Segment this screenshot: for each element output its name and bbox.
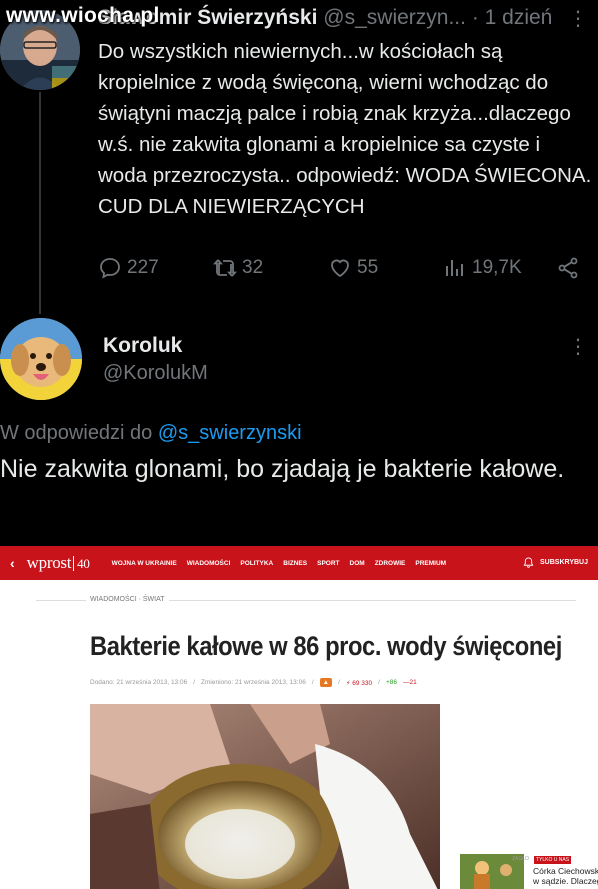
more-icon[interactable]: ⋮ [568, 6, 588, 31]
related-headline[interactable]: Córka Ciechowsk w sądzie. Dlaczeg [533, 866, 598, 886]
menu-item[interactable]: PREMIUM [415, 560, 446, 567]
site-menu: WOJNA W UKRAINIE WIADOMOŚCI POLITYKA BIZ… [112, 560, 447, 567]
related-badge: TYLKO U NAS [534, 856, 572, 864]
retweet-button[interactable]: 32 [213, 256, 263, 280]
menu-item[interactable]: WIADOMOŚCI [187, 560, 231, 567]
site-logo[interactable]: wprost 40 [27, 553, 90, 573]
back-arrow-icon[interactable]: ‹ [10, 555, 15, 571]
like-button[interactable]: 55 [328, 256, 378, 280]
subscribe-button[interactable]: SUBSKRYBUJ [523, 557, 588, 568]
meta-changed: Zmieniono: 21 września 2013, 13:06 [201, 679, 306, 686]
article-category[interactable]: WIADOMOŚCI · ŚWIAT [86, 596, 169, 603]
reply-count: 227 [127, 257, 159, 278]
menu-item[interactable]: ZDROWIE [375, 560, 406, 567]
reply-button[interactable]: 227 [98, 256, 159, 280]
tweet-time[interactable]: · 1 dzień [472, 6, 553, 29]
article-title: Bakterie kałowe w 86 proc. wody święcone… [90, 631, 562, 661]
reply-icon [100, 258, 120, 279]
watermark: www.wiocha.pl [6, 4, 160, 27]
bell-icon [523, 557, 534, 568]
meta-added: Dodano: 21 września 2013, 13:06 [90, 679, 188, 686]
related-tag: ZAGŁO [512, 856, 529, 862]
site-navbar: ‹ wprost 40 WOJNA W UKRAINIE WIADOMOŚCI P… [0, 546, 598, 580]
tweet-header: Sławomir Świerzyński @s_swierzyn... · 1 … [98, 6, 552, 30]
author-handle[interactable]: @KorolukM [103, 362, 208, 385]
tweet-text: Nie zakwita glonami, bo zjadają je bakte… [0, 455, 565, 483]
meta-minus[interactable]: —21 [403, 679, 417, 686]
menu-item[interactable]: BIZNES [283, 560, 307, 567]
views-button[interactable]: 19,7K [443, 256, 522, 280]
reply-context: W odpowiedzi do @s_swierzynski [0, 422, 302, 445]
avatar[interactable] [0, 318, 82, 400]
tweet-text: Do wszystkich niewiernych...w kościołach… [98, 40, 592, 218]
thread-line [39, 92, 41, 314]
menu-item[interactable]: WOJNA W UKRAINIE [112, 560, 177, 567]
menu-item[interactable]: DOM [350, 560, 365, 567]
article-meta: Dodano: 21 września 2013, 13:06 / Zmieni… [90, 678, 417, 687]
menu-item[interactable]: POLITYKA [240, 560, 273, 567]
author-name[interactable]: Koroluk [103, 334, 182, 358]
tweet-actions: 227 32 55 19,7K [98, 256, 588, 286]
reply-prefix: W odpowiedzi do [0, 422, 153, 444]
comments-badge-icon[interactable]: ▲ [319, 678, 333, 687]
more-icon[interactable]: ⋮ [568, 334, 588, 359]
attached-image[interactable]: ‹ wprost 40 WOJNA W UKRAINIE WIADOMOŚCI P… [0, 546, 598, 889]
meta-views: ⚡ 69 330 [345, 679, 373, 687]
views-count: 19,7K [472, 257, 522, 278]
article-photo [90, 704, 440, 889]
reply-mention-link[interactable]: @s_swierzynski [158, 422, 302, 444]
meta-plus[interactable]: +86 [386, 679, 397, 686]
retweet-count: 32 [242, 257, 264, 278]
menu-item[interactable]: SPORT [317, 560, 339, 567]
retweet-icon [213, 259, 237, 277]
share-button[interactable] [556, 256, 580, 280]
author-handle[interactable]: @s_swierzyn... [323, 6, 466, 29]
like-count: 55 [357, 257, 379, 278]
share-icon [558, 257, 578, 279]
views-icon [446, 260, 463, 276]
heart-icon [331, 259, 349, 278]
